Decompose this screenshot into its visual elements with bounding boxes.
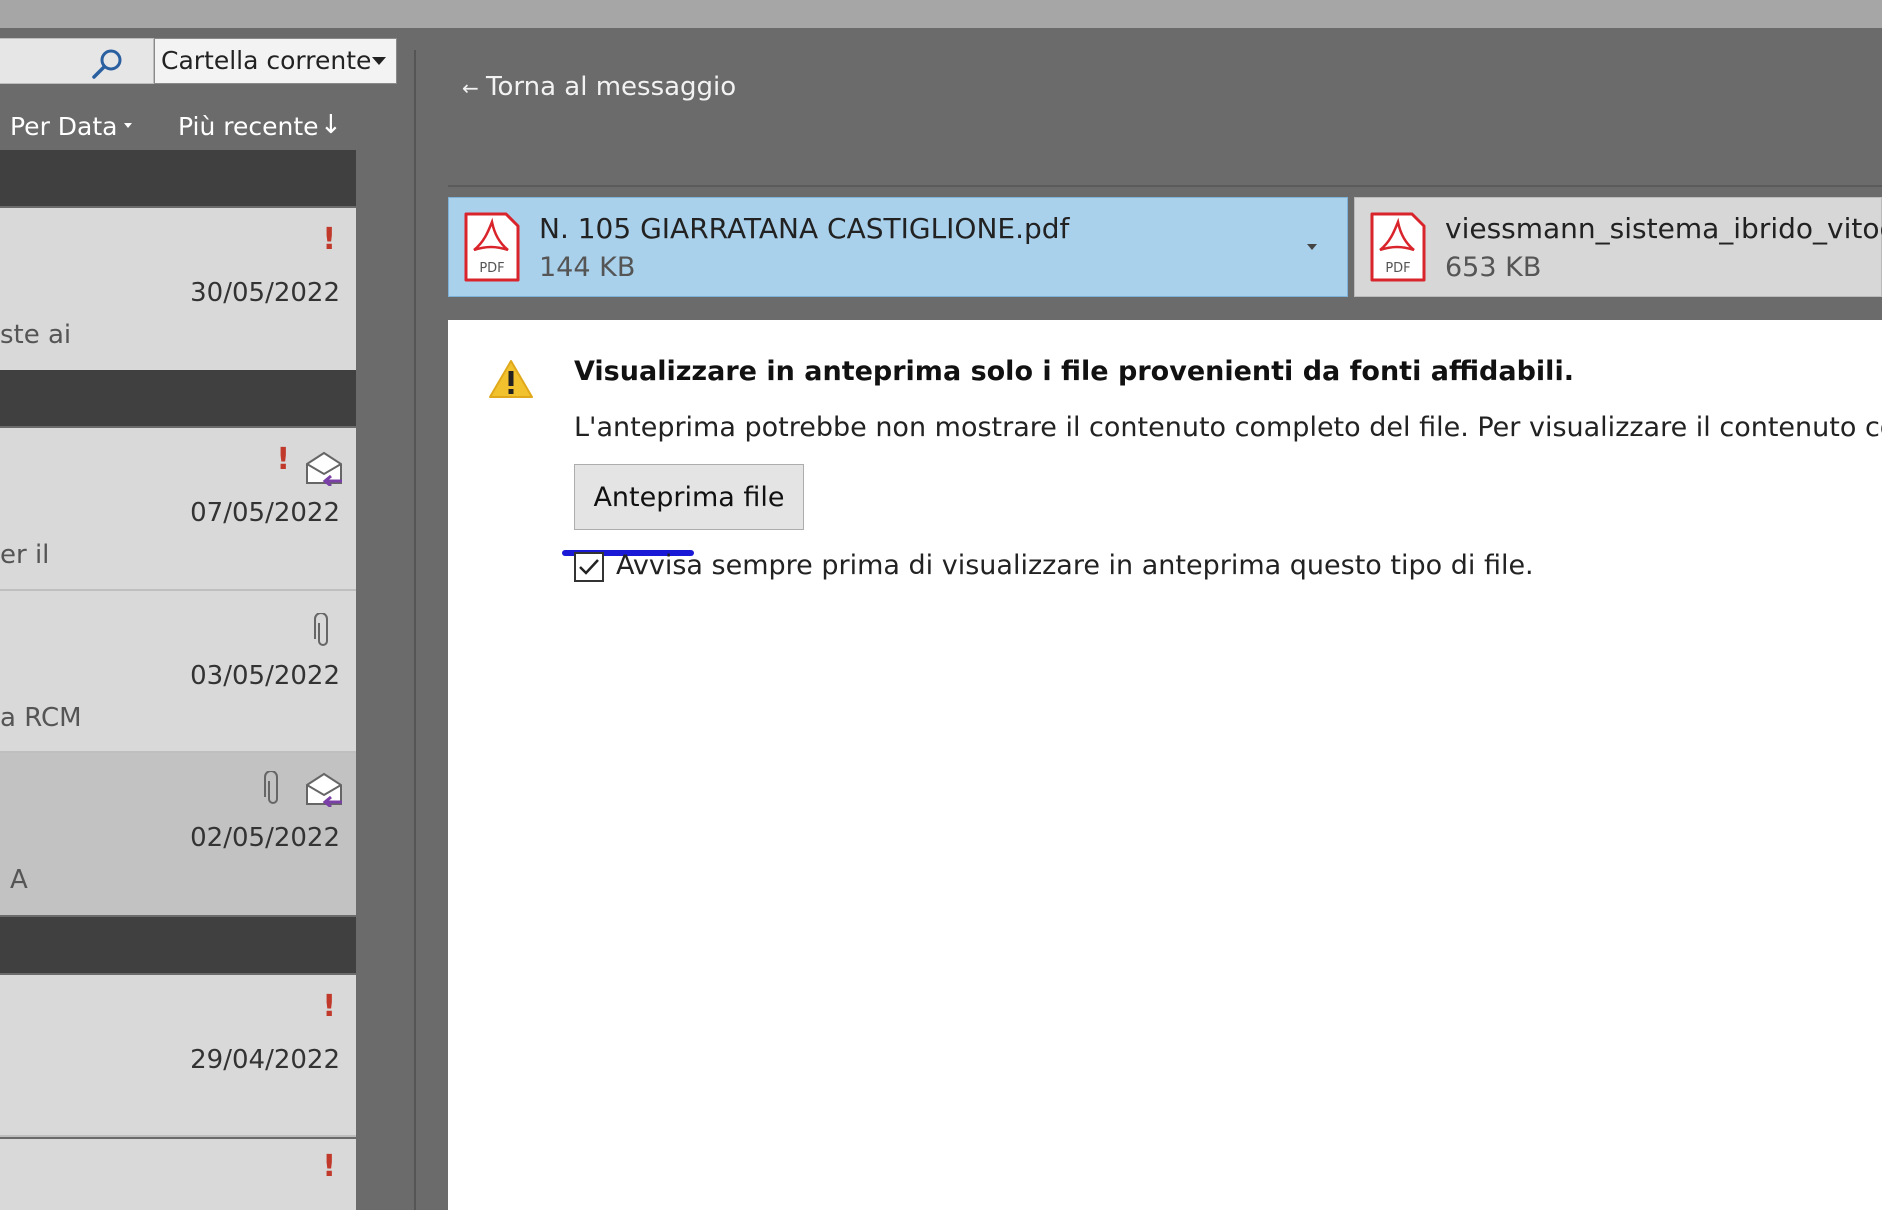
warning-title: Visualizzare in anteprima solo i file pr… — [574, 356, 1574, 387]
sort-by-date-button[interactable]: Per Data — [10, 112, 117, 141]
message-snippet: a RCM — [0, 703, 82, 733]
importance-icon: ! — [322, 1149, 336, 1184]
svg-text:PDF: PDF — [1385, 261, 1410, 276]
message-date: 03/05/2022 — [190, 661, 340, 691]
list-item[interactable]: ! — [0, 1139, 356, 1210]
chevron-down-icon — [372, 57, 386, 65]
warning-icon — [489, 360, 533, 398]
message-snippet: ste ai — [0, 320, 72, 350]
search-scope-dropdown[interactable]: Cartella corrente — [154, 38, 397, 84]
back-to-message-link[interactable]: Torna al messaggio — [486, 72, 736, 102]
always-warn-checkbox[interactable] — [574, 552, 604, 582]
message-date: 07/05/2022 — [190, 498, 340, 528]
attachment-size: 653 KB — [1445, 252, 1542, 283]
search-icon[interactable] — [90, 46, 126, 82]
message-date: 29/04/2022 — [190, 1045, 340, 1075]
sort-order-button[interactable]: Più recente — [178, 112, 319, 141]
paperclip-icon — [264, 771, 278, 804]
group-header[interactable] — [0, 917, 356, 973]
attachment-name: N. 105 GIARRATANA CASTIGLIONE.pdf — [539, 212, 1070, 245]
list-item[interactable]: ! 07/05/2022 er il — [0, 428, 356, 591]
message-snippet: er il — [0, 540, 50, 570]
arrow-down-icon[interactable]: ↓ — [320, 110, 342, 140]
title-bar — [0, 0, 1882, 28]
attachment-strip-border — [448, 185, 1882, 187]
list-item-selected[interactable]: 02/05/2022 A — [0, 753, 356, 915]
attachment-name: viessmann_sistema_ibrido_vitocal — [1445, 212, 1882, 245]
chevron-down-icon[interactable] — [1307, 244, 1317, 250]
attachment-size: 144 KB — [539, 252, 636, 283]
list-item[interactable]: ! 29/04/2022 — [0, 975, 356, 1137]
pdf-icon: PDF — [1370, 212, 1426, 282]
importance-icon: ! — [276, 442, 290, 477]
svg-text:PDF: PDF — [479, 261, 504, 276]
attachment-preview-area: Visualizzare in anteprima solo i file pr… — [448, 320, 1882, 1210]
back-arrow-icon[interactable]: ← — [462, 76, 479, 100]
always-warn-checkbox-label[interactable]: Avvisa sempre prima di visualizzare in a… — [616, 550, 1534, 581]
message-snippet: A — [10, 865, 28, 895]
list-item[interactable]: 03/05/2022 a RCM — [0, 591, 356, 753]
group-header[interactable] — [0, 150, 356, 206]
attachment-item-selected[interactable]: PDF N. 105 GIARRATANA CASTIGLIONE.pdf 14… — [448, 197, 1348, 297]
preview-file-button[interactable]: Anteprima file — [574, 464, 804, 530]
list-item[interactable]: ! 30/05/2022 ste ai — [0, 208, 356, 370]
search-scope-label: Cartella corrente — [161, 46, 372, 75]
warning-message: L'anteprima potrebbe non mostrare il con… — [574, 412, 1882, 443]
importance-icon: ! — [322, 222, 336, 257]
search-input[interactable] — [0, 38, 154, 84]
message-date: 02/05/2022 — [190, 823, 340, 853]
attachment-item[interactable]: PDF viessmann_sistema_ibrido_vitocal 653… — [1354, 197, 1882, 297]
message-list: ! 30/05/2022 ste ai ! 07/05/2022 er il 0… — [0, 150, 356, 1210]
chevron-down-icon — [124, 123, 132, 128]
message-date: 30/05/2022 — [190, 278, 340, 308]
replied-envelope-icon — [306, 772, 342, 807]
paperclip-icon — [314, 613, 328, 646]
replied-envelope-icon — [306, 451, 342, 486]
pane-divider[interactable] — [414, 50, 416, 1210]
checkmark-icon — [579, 559, 599, 575]
pdf-icon: PDF — [464, 212, 520, 282]
importance-icon: ! — [322, 989, 336, 1024]
group-header[interactable] — [0, 370, 356, 426]
